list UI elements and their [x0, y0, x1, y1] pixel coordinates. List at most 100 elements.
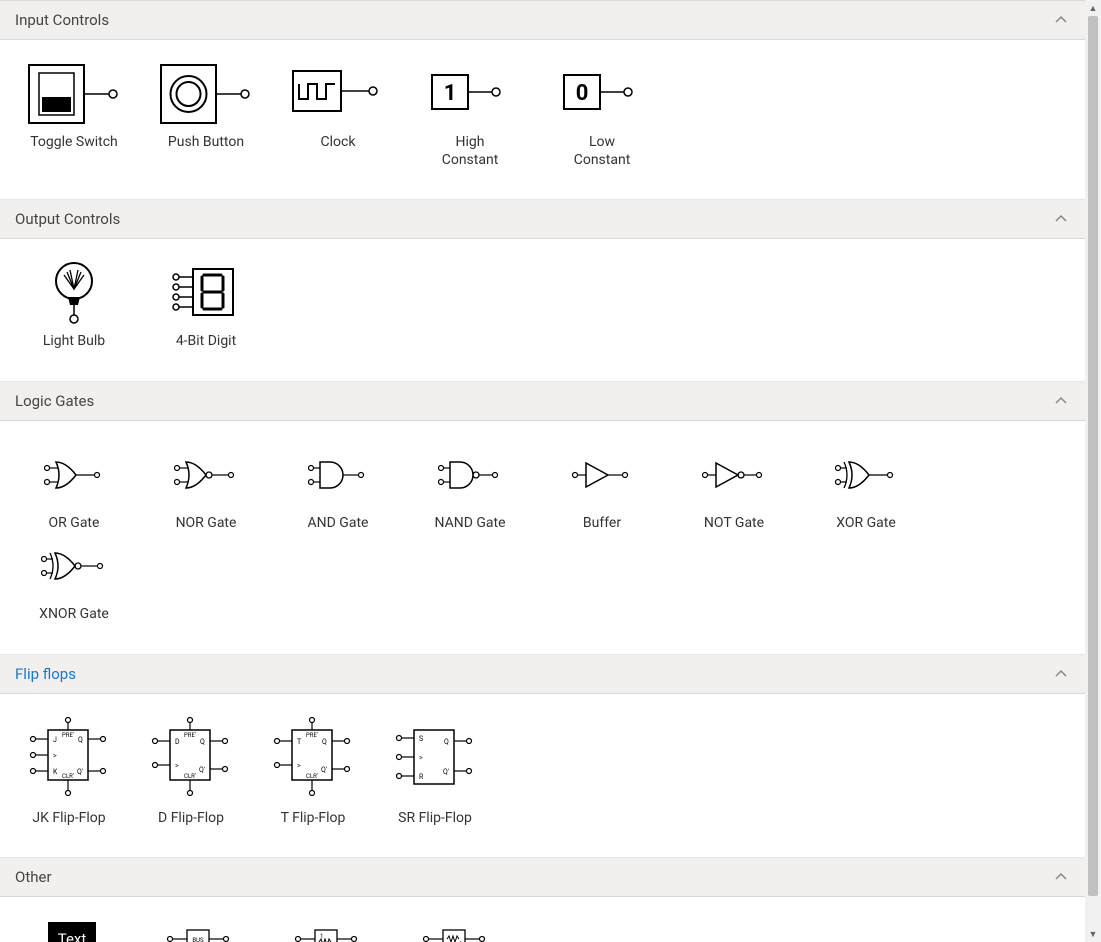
bus-icon: BUS [165, 917, 235, 942]
chevron-up-icon [1052, 665, 1070, 683]
text-icon: Text [48, 917, 97, 942]
component-palette: Input Controls Toggle Switch [0, 0, 1085, 942]
component-label: LowConstant [574, 134, 631, 169]
svg-text:Q': Q' [321, 766, 327, 774]
section-header-logic-gates[interactable]: Logic Gates [0, 382, 1085, 421]
component-bus[interactable]: BUS Bus [143, 917, 257, 942]
component-sr-flip-flop[interactable]: S > R Q Q' SR Flip-Flop [381, 714, 489, 828]
toggle-switch-icon [27, 60, 122, 128]
component-toggle-switch[interactable]: Toggle Switch [15, 60, 133, 169]
component-pull-up[interactable]: 1 Pull Up [271, 917, 385, 942]
section-title: Other [15, 868, 52, 886]
component-label: NAND Gate [434, 515, 505, 533]
component-label: Buffer [583, 515, 621, 533]
xnor-gate-icon [41, 532, 107, 600]
and-gate-icon [308, 441, 368, 509]
component-label: NOR Gate [176, 515, 237, 533]
section-body-input-controls: Toggle Switch Push Button [0, 40, 1085, 200]
4bit-digit-icon [171, 259, 241, 327]
section-title: Flip flops [15, 665, 76, 683]
buffer-icon [572, 441, 632, 509]
svg-text:D: D [175, 738, 180, 746]
not-gate-icon [702, 441, 766, 509]
component-label: AND Gate [308, 515, 369, 533]
component-t-flip-flop[interactable]: PRE' CLR' T > Q Q' T Flip-Fl [259, 714, 367, 828]
svg-text:BUS: BUS [192, 937, 204, 942]
pull-up-icon: 1 [293, 917, 363, 942]
component-not-gate[interactable]: NOT Gate [675, 441, 793, 533]
svg-text:>: > [53, 752, 57, 760]
component-label: Push Button [168, 134, 244, 152]
component-label: XOR Gate [836, 515, 896, 533]
scrollbar[interactable]: ▲ ▼ [1085, 0, 1101, 942]
component-label: NOT Gate [704, 515, 764, 533]
chevron-up-icon [1052, 392, 1070, 410]
component-label: OR Gate [49, 515, 100, 533]
svg-text:Q: Q [444, 738, 449, 746]
svg-text:S: S [419, 735, 423, 743]
component-xor-gate[interactable]: XOR Gate [807, 441, 925, 533]
component-label: 4-Bit Digit [176, 333, 236, 351]
nand-gate-icon [438, 441, 502, 509]
svg-text:>: > [419, 754, 423, 762]
svg-text:J: J [53, 736, 57, 744]
component-label: HighConstant [442, 134, 499, 169]
light-bulb-icon [50, 259, 98, 327]
high-constant-icon: 1 [430, 60, 510, 128]
section-header-input-controls[interactable]: Input Controls [0, 1, 1085, 40]
svg-text:CLR': CLR' [306, 773, 318, 780]
section-header-flip-flops[interactable]: Flip flops [0, 655, 1085, 694]
component-light-bulb[interactable]: Light Bulb [15, 259, 133, 351]
component-push-button[interactable]: Push Button [147, 60, 265, 169]
component-label: D Flip-Flop [158, 810, 224, 828]
svg-text:R: R [419, 773, 424, 781]
svg-text:Q': Q' [199, 766, 205, 774]
svg-text:PRE': PRE' [306, 732, 318, 739]
scroll-up-icon[interactable]: ▲ [1085, 0, 1101, 16]
component-nor-gate[interactable]: NOR Gate [147, 441, 265, 533]
component-and-gate[interactable]: AND Gate [279, 441, 397, 533]
section-title: Input Controls [15, 11, 109, 29]
svg-text:0: 0 [576, 81, 589, 106]
component-label: SR Flip-Flop [398, 810, 472, 828]
svg-text:T: T [297, 738, 302, 746]
scrollbar-track[interactable] [1085, 16, 1101, 926]
section-body-output-controls: Light Bulb [0, 239, 1085, 382]
chevron-up-icon [1052, 11, 1070, 29]
svg-text:1: 1 [444, 81, 457, 106]
component-clock[interactable]: Clock [279, 60, 397, 169]
component-label: Toggle Switch [30, 134, 118, 152]
component-low-constant[interactable]: 0 LowConstant [543, 60, 661, 169]
low-constant-icon: 0 [562, 60, 642, 128]
component-jk-flip-flop[interactable]: PRE' CLR' J > K Q Q' [15, 714, 123, 828]
jk-flip-flop-icon: PRE' CLR' J > K Q Q' [26, 714, 112, 804]
component-buffer[interactable]: Buffer [543, 441, 661, 533]
svg-text:>: > [297, 762, 301, 770]
section-header-other[interactable]: Other [0, 858, 1085, 897]
svg-text:>: > [175, 762, 179, 770]
component-nand-gate[interactable]: NAND Gate [411, 441, 529, 533]
component-xnor-gate[interactable]: XNOR Gate [15, 532, 133, 624]
component-text[interactable]: Text [15, 917, 129, 942]
component-d-flip-flop[interactable]: PRE' CLR' D > Q Q' D Flip-Fl [137, 714, 245, 828]
component-label: Light Bulb [43, 333, 105, 351]
sr-flip-flop-icon: S > R Q Q' [392, 714, 478, 804]
svg-text:PRE': PRE' [62, 732, 74, 739]
svg-text:Q': Q' [443, 768, 449, 776]
svg-text:Q: Q [78, 736, 83, 744]
component-pull-down[interactable]: 0 Pull Down [399, 917, 513, 942]
svg-text:Q: Q [322, 738, 327, 746]
d-flip-flop-icon: PRE' CLR' D > Q Q' [148, 714, 234, 804]
svg-text:PRE': PRE' [184, 732, 196, 739]
component-or-gate[interactable]: OR Gate [15, 441, 133, 533]
clock-icon [291, 60, 386, 128]
component-4bit-digit[interactable]: 4-Bit Digit [147, 259, 265, 351]
scrollbar-thumb[interactable] [1088, 16, 1098, 896]
scroll-down-icon[interactable]: ▼ [1085, 926, 1101, 942]
section-body-logic-gates: OR Gate NOR Gate [0, 421, 1085, 655]
svg-text:Q: Q [200, 738, 205, 746]
component-label: T Flip-Flop [281, 810, 346, 828]
section-header-output-controls[interactable]: Output Controls [0, 200, 1085, 239]
svg-text:CLR': CLR' [62, 773, 74, 780]
component-high-constant[interactable]: 1 HighConstant [411, 60, 529, 169]
